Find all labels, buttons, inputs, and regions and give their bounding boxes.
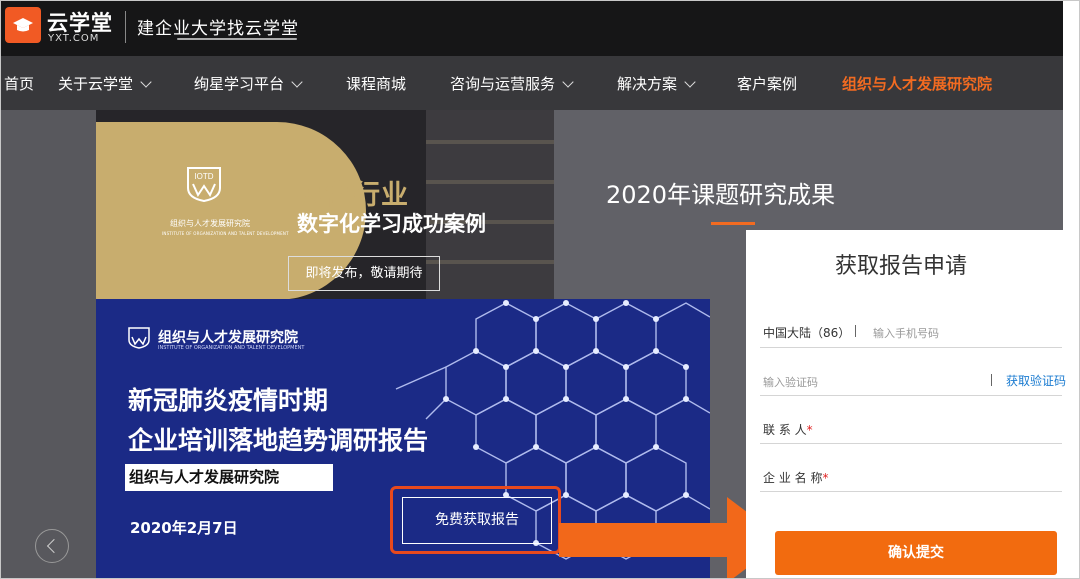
covid-org-name: 组织与人才发展研究院 (158, 330, 298, 346)
brand-slogan: 建企业大学找云学堂 (137, 19, 299, 39)
chevron-down-icon (684, 76, 696, 88)
iotd-emblem-icon: IOTD (187, 167, 221, 202)
slogan-underline (177, 38, 297, 40)
research-accent-bar (711, 222, 755, 225)
brand-divider (125, 11, 126, 43)
submit-button[interactable]: 确认提交 (775, 531, 1057, 575)
form-title: 获取报告申请 (834, 254, 967, 279)
graduation-cap-icon (13, 18, 33, 32)
retail-title: 零售行业 (297, 180, 409, 211)
field-underline (760, 395, 1062, 396)
retail-banner[interactable]: IOTD 组织与人才发展研究院 INSTITUTE OF ORGANIZATIO… (96, 110, 554, 300)
carousel-prev-button[interactable] (35, 529, 69, 563)
covid-title-line2: 企业培训落地趋势调研报告 (128, 426, 429, 455)
required-mark: * (822, 471, 829, 485)
hero-side-bg (1, 110, 96, 578)
nav-item-home[interactable]: 首页 (4, 73, 34, 94)
brand-domain: YXT.COM (48, 33, 100, 44)
field-underline (760, 347, 1062, 348)
chevron-down-icon (140, 76, 152, 88)
iotd-emblem-icon (128, 327, 150, 349)
emblem-label: 组织与人才发展研究院 (170, 219, 250, 228)
phone-input[interactable]: 输入手机号码 (873, 325, 939, 341)
code-input[interactable]: 输入验证码 (763, 374, 818, 390)
main-nav: 首页 关于云学堂 绚星学习平台 课程商城 咨询与运营服务 解决方案 客户案例 组… (1, 56, 1063, 110)
nav-item-cases[interactable]: 客户案例 (737, 73, 797, 94)
emblem-sub: INSTITUTE OF ORGANIZATION AND TALENT DEV… (162, 231, 289, 236)
store-photo (426, 110, 554, 300)
chevron-down-icon (291, 76, 303, 88)
shelf-line (426, 260, 554, 264)
research-title: 2020年课题研究成果 (606, 181, 836, 209)
nav-item-solutions[interactable]: 解决方案 (617, 73, 696, 94)
nav-item-course-mall[interactable]: 课程商城 (346, 73, 406, 94)
required-mark: * (806, 423, 813, 437)
covid-org-badge: 组织与人才发展研究院 (125, 464, 333, 491)
get-code-link[interactable]: 获取验证码 (1006, 372, 1066, 389)
region-select[interactable]: 中国大陆（86） (763, 324, 850, 341)
logo[interactable] (5, 7, 41, 43)
nav-item-consulting[interactable]: 咨询与运营服务 (450, 73, 574, 94)
shelf-line (426, 180, 554, 184)
free-report-button[interactable]: 免费获取报告 (402, 497, 552, 544)
covid-title-line1: 新冠肺炎疫情时期 (128, 386, 329, 415)
company-label: 企 业 名 称* (763, 471, 829, 485)
retail-subtitle: 数字化学习成功案例 (297, 212, 486, 236)
top-header: 云学堂 YXT.COM 建企业大学找云学堂 (1, 1, 1063, 56)
covid-date: 2020年2月7日 (130, 519, 238, 537)
nav-item-about[interactable]: 关于云学堂 (58, 73, 152, 94)
nav-item-research-institute[interactable]: 组织与人才发展研究院 (842, 73, 992, 94)
coming-soon-button[interactable]: 即将发布，敬请期待 (288, 256, 440, 291)
company-input[interactable] (760, 491, 1062, 492)
emblem-text: IOTD (194, 172, 213, 181)
page-frame: 云学堂 YXT.COM 建企业大学找云学堂 首页 关于云学堂 绚星学习平台 课程… (0, 0, 1080, 579)
nav-item-learning-platform[interactable]: 绚星学习平台 (194, 73, 303, 94)
separator (855, 325, 856, 337)
separator (991, 374, 992, 386)
contact-input[interactable] (760, 443, 1062, 444)
covid-org-sub: INSTITUTE OF ORGANIZATION AND TALENT DEV… (158, 345, 305, 351)
shelf-line (426, 140, 554, 144)
chevron-down-icon (562, 76, 574, 88)
contact-label: 联 系 人* (763, 423, 813, 437)
report-request-form: 获取报告申请 中国大陆（86） 输入手机号码 输入验证码 获取验证码 联 系 人… (746, 230, 1066, 578)
